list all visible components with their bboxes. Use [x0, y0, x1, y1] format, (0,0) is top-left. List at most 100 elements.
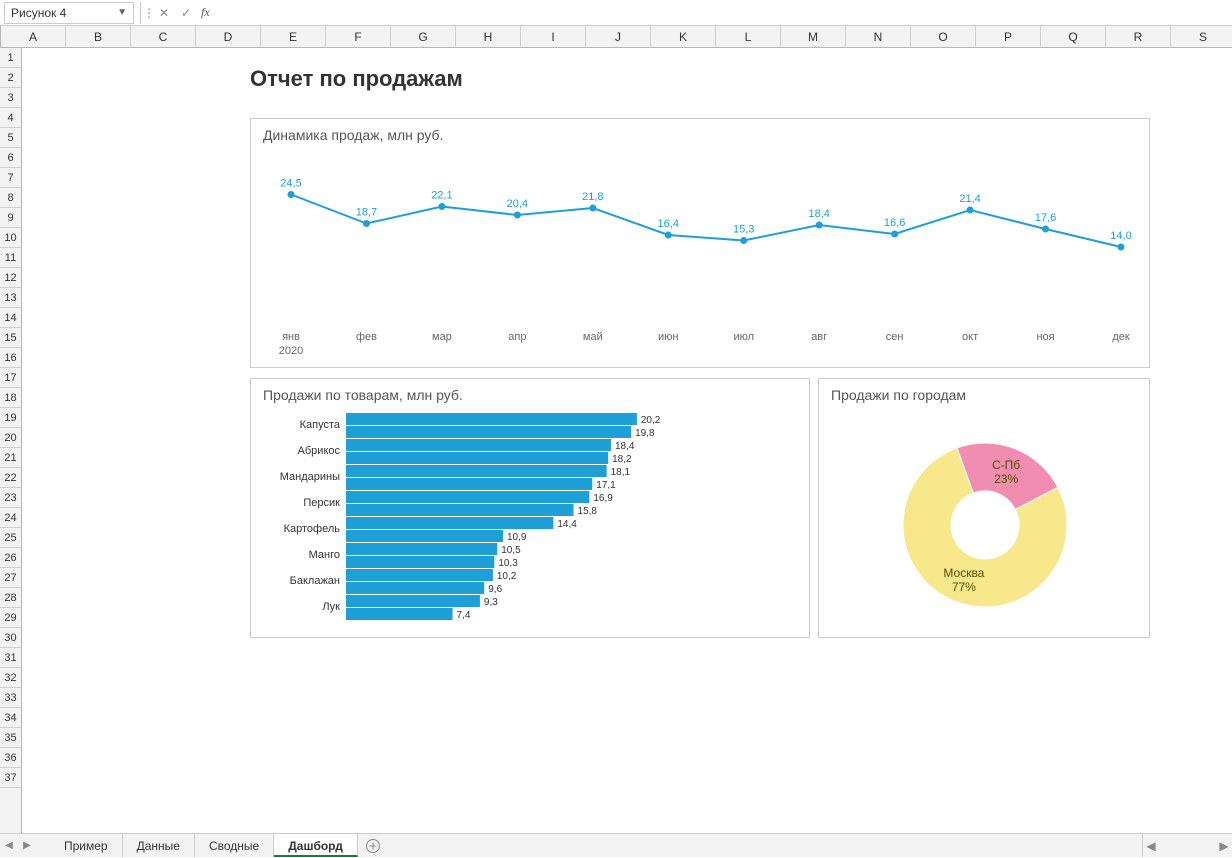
divider — [140, 2, 141, 24]
cells-area[interactable]: Отчет по продажам Динамика продаж, млн р… — [22, 48, 1232, 833]
row-header[interactable]: 15 — [0, 328, 21, 348]
column-header[interactable]: H — [456, 26, 521, 47]
svg-text:Капуста: Капуста — [300, 419, 341, 431]
row-header[interactable]: 21 — [0, 448, 21, 468]
svg-text:Лук: Лук — [322, 601, 340, 613]
row-header[interactable]: 32 — [0, 668, 21, 688]
row-header[interactable]: 34 — [0, 708, 21, 728]
row-header[interactable]: 37 — [0, 768, 21, 788]
svg-text:18,7: 18,7 — [356, 207, 377, 219]
scroll-left-icon[interactable]: ◀ — [1143, 839, 1159, 853]
column-header[interactable]: Q — [1041, 26, 1106, 47]
column-header[interactable]: O — [911, 26, 976, 47]
svg-text:18,4: 18,4 — [808, 208, 829, 220]
tab-prev-icon[interactable]: ◀ — [0, 834, 18, 857]
column-header[interactable]: N — [846, 26, 911, 47]
row-header[interactable]: 22 — [0, 468, 21, 488]
svg-text:19,8: 19,8 — [635, 428, 655, 439]
column-header[interactable]: P — [976, 26, 1041, 47]
row-header[interactable]: 24 — [0, 508, 21, 528]
column-header[interactable]: F — [326, 26, 391, 47]
row-header[interactable]: 19 — [0, 408, 21, 428]
column-header[interactable]: R — [1106, 26, 1171, 47]
formula-bar: Рисунок 4 ▼ ⋮ ✕ ✓ fx — [0, 0, 1232, 26]
fx-icon[interactable]: fx — [197, 5, 214, 20]
row-header[interactable]: 4 — [0, 108, 21, 128]
column-header[interactable]: C — [131, 26, 196, 47]
name-box[interactable]: Рисунок 4 ▼ — [4, 2, 134, 24]
column-header[interactable]: B — [66, 26, 131, 47]
column-header[interactable]: L — [716, 26, 781, 47]
row-header[interactable]: 35 — [0, 728, 21, 748]
add-sheet-button[interactable] — [358, 834, 388, 857]
plus-icon — [365, 838, 381, 854]
row-header[interactable]: 36 — [0, 748, 21, 768]
svg-text:20,4: 20,4 — [507, 198, 528, 210]
row-header[interactable]: 26 — [0, 548, 21, 568]
svg-text:10,9: 10,9 — [507, 532, 527, 543]
svg-text:17,1: 17,1 — [596, 480, 616, 491]
svg-text:янв: янв — [282, 331, 300, 343]
column-header[interactable]: A — [1, 26, 66, 47]
row-header[interactable]: 8 — [0, 188, 21, 208]
svg-text:Баклажан: Баклажан — [290, 575, 340, 587]
sheet-tab[interactable]: Дашборд — [274, 834, 358, 857]
chart-line: 24,5янв202018,7фев22,1мар20,4апр21,8май1… — [251, 147, 1151, 362]
row-header[interactable]: 7 — [0, 168, 21, 188]
chart-donut-title: Продажи по городам — [819, 379, 1149, 407]
svg-text:ноя: ноя — [1036, 331, 1054, 343]
svg-text:июл: июл — [733, 331, 754, 343]
row-header[interactable]: 5 — [0, 128, 21, 148]
row-header[interactable]: 18 — [0, 388, 21, 408]
chart-line-panel[interactable]: Динамика продаж, млн руб. 24,5янв202018,… — [250, 118, 1150, 368]
row-header[interactable]: 2 — [0, 68, 21, 88]
column-header[interactable]: E — [261, 26, 326, 47]
row-header[interactable]: 1 — [0, 48, 21, 68]
row-header[interactable]: 6 — [0, 148, 21, 168]
row-header[interactable]: 23 — [0, 488, 21, 508]
column-header[interactable]: S — [1171, 26, 1232, 47]
svg-text:мар: мар — [432, 331, 452, 343]
row-header[interactable]: 33 — [0, 688, 21, 708]
row-header[interactable]: 16 — [0, 348, 21, 368]
svg-text:июн: июн — [658, 331, 678, 343]
row-header[interactable]: 20 — [0, 428, 21, 448]
svg-text:9,3: 9,3 — [484, 597, 498, 608]
column-header[interactable]: J — [586, 26, 651, 47]
svg-text:77%: 77% — [952, 580, 976, 594]
sheet-tab[interactable]: Пример — [50, 834, 123, 857]
row-header[interactable]: 28 — [0, 588, 21, 608]
column-header[interactable]: I — [521, 26, 586, 47]
row-header[interactable]: 31 — [0, 648, 21, 668]
chart-bar-panel[interactable]: Продажи по товарам, млн руб. 20,2Капуста… — [250, 378, 810, 638]
row-header[interactable]: 11 — [0, 248, 21, 268]
row-header[interactable]: 13 — [0, 288, 21, 308]
column-header[interactable]: K — [651, 26, 716, 47]
row-header[interactable]: 9 — [0, 208, 21, 228]
more-icon: ⋮ — [143, 6, 153, 20]
column-header[interactable]: D — [196, 26, 261, 47]
column-header[interactable]: G — [391, 26, 456, 47]
tab-next-icon[interactable]: ▶ — [18, 834, 36, 857]
row-header[interactable]: 3 — [0, 88, 21, 108]
row-header[interactable]: 25 — [0, 528, 21, 548]
column-header[interactable]: M — [781, 26, 846, 47]
cancel-icon[interactable]: ✕ — [153, 6, 175, 20]
formula-input[interactable] — [214, 2, 1232, 24]
chart-donut-panel[interactable]: Продажи по городам С-Пб23%Москва77% — [818, 378, 1150, 638]
row-header[interactable]: 29 — [0, 608, 21, 628]
horizontal-scrollbar[interactable]: ◀ ▶ — [1142, 834, 1232, 857]
row-header[interactable]: 14 — [0, 308, 21, 328]
sheet-tab[interactable]: Данные — [123, 834, 195, 857]
row-header[interactable]: 27 — [0, 568, 21, 588]
svg-text:14,4: 14,4 — [557, 519, 577, 530]
scroll-right-icon[interactable]: ▶ — [1216, 839, 1232, 853]
row-header[interactable]: 30 — [0, 628, 21, 648]
svg-text:7,4: 7,4 — [457, 610, 471, 621]
accept-icon[interactable]: ✓ — [175, 6, 197, 20]
row-header[interactable]: 10 — [0, 228, 21, 248]
row-header[interactable]: 12 — [0, 268, 21, 288]
row-header[interactable]: 17 — [0, 368, 21, 388]
chart-donut: С-Пб23%Москва77% — [819, 407, 1151, 632]
sheet-tab[interactable]: Сводные — [195, 834, 274, 857]
